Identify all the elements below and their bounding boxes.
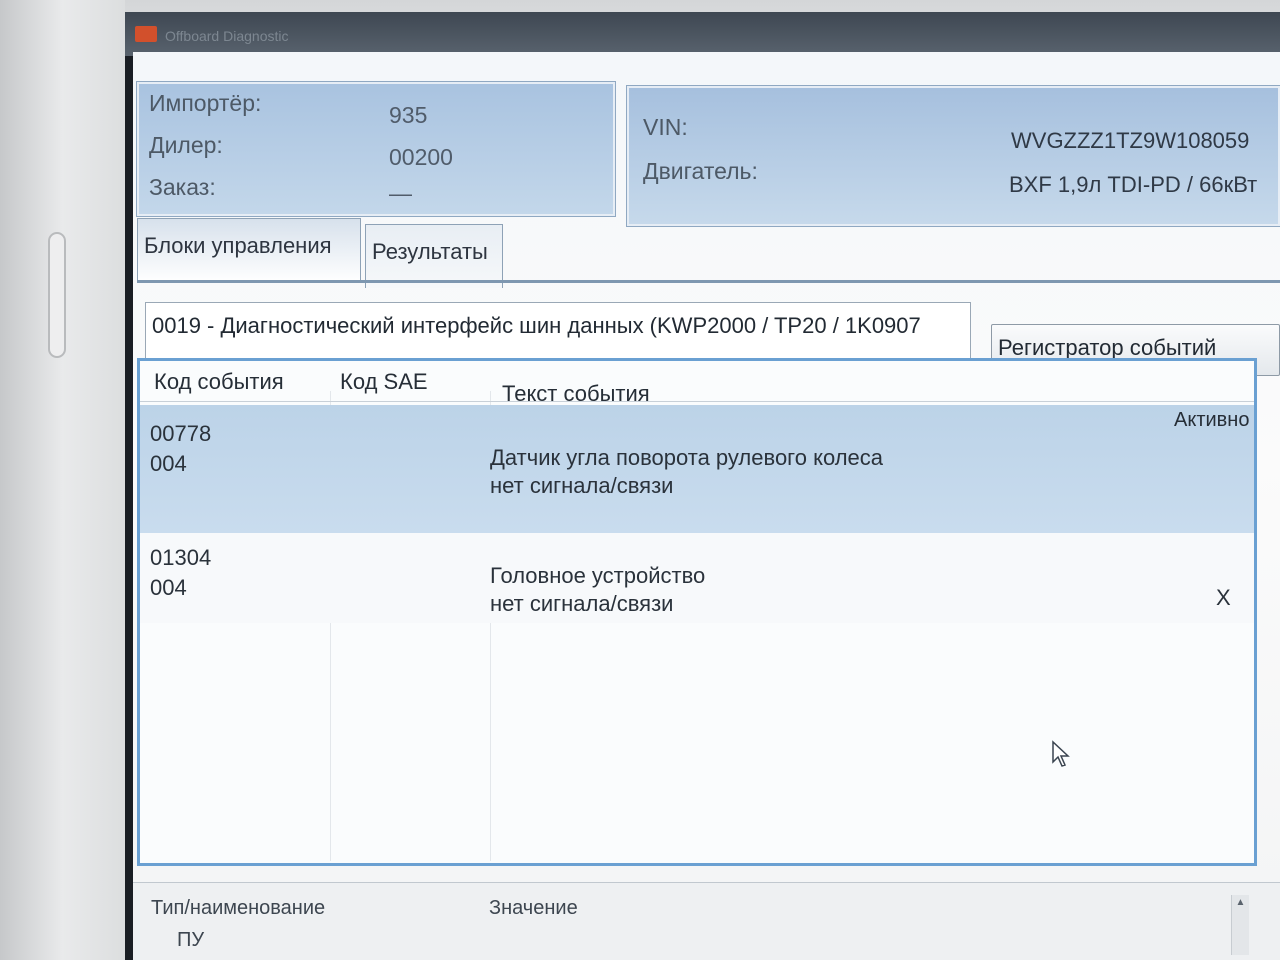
tabs-divider xyxy=(137,280,1280,283)
importer-value: 935 xyxy=(389,102,428,128)
bezel-left xyxy=(0,0,125,960)
order-label: Заказ: xyxy=(149,174,216,200)
dealer-label: Дилер: xyxy=(149,132,223,158)
bezel-latch xyxy=(48,232,66,358)
order-value: — xyxy=(389,180,412,206)
event-text-line1: Головное устройство xyxy=(490,563,706,588)
detail-scrollbar[interactable]: ▲ xyxy=(1231,895,1249,955)
table-row[interactable]: Активно 00778 004 Датчик угла поворота р… xyxy=(140,405,1254,533)
event-active-flag: X xyxy=(1216,585,1231,610)
column-header-event-text[interactable]: Текст события xyxy=(502,381,650,407)
importer-label: Импортёр: xyxy=(149,90,262,116)
app-logo-icon xyxy=(135,26,157,42)
dealer-value: 00200 xyxy=(389,144,453,170)
event-subcode: 004 xyxy=(150,575,187,600)
event-text-line1: Датчик угла поворота рулевого колеса xyxy=(490,445,884,470)
title-bar: Offboard Diagnostic xyxy=(125,12,1280,56)
event-table: Код события Код SAE Текст события Активн… xyxy=(137,358,1257,866)
column-header-active[interactable]: Активно xyxy=(1174,409,1249,432)
event-subcode: 004 xyxy=(150,451,187,476)
detail-column-value: Значение xyxy=(489,897,578,919)
event-code: 00778 xyxy=(150,421,212,446)
column-header-sae-code[interactable]: Код SAE xyxy=(340,369,428,395)
event-detail-panel: Тип/наименование Значение ПУ ▲ xyxy=(133,882,1280,960)
window-title: Offboard Diagnostic xyxy=(165,28,289,44)
detail-column-type: Тип/наименование xyxy=(151,897,326,919)
engine-label: Двигатель: xyxy=(643,158,758,184)
mouse-pointer-icon xyxy=(1052,740,1070,767)
detail-item-control-unit: ПУ xyxy=(177,929,205,951)
tab-control-units[interactable]: Блоки управления xyxy=(137,218,361,282)
event-code: 01304 xyxy=(150,545,212,570)
tab-results[interactable]: Результаты xyxy=(365,224,503,288)
dealer-info-panel: Импортёр: 935 Дилер: 00200 Заказ: — xyxy=(136,81,616,217)
engine-value: BXF 1,9л TDI-PD / 66кВт xyxy=(1009,172,1258,197)
vehicle-info-panel: VIN: WVGZZZ1TZ9W108059 Двигатель: BXF 1,… xyxy=(626,85,1280,227)
app-window: Импортёр: 935 Дилер: 00200 Заказ: — VIN:… xyxy=(133,52,1280,960)
column-header-event-code[interactable]: Код события xyxy=(154,369,284,395)
scroll-up-arrow-icon[interactable]: ▲ xyxy=(1236,897,1246,908)
vin-label: VIN: xyxy=(643,114,688,140)
event-text-line2: нет сигнала/связи xyxy=(490,473,674,498)
vin-value: WVGZZZ1TZ9W108059 xyxy=(1011,128,1250,153)
header-separator xyxy=(140,401,1254,402)
event-text-line2: нет сигнала/связи xyxy=(490,591,674,616)
screen: Offboard Diagnostic Импортёр: 935 Дилер:… xyxy=(125,12,1280,960)
module-title-field: 0019 - Диагностический интерфейс шин дан… xyxy=(145,302,971,364)
table-row[interactable]: 01304 004 Головное устройство нет сигнал… xyxy=(140,533,1254,623)
